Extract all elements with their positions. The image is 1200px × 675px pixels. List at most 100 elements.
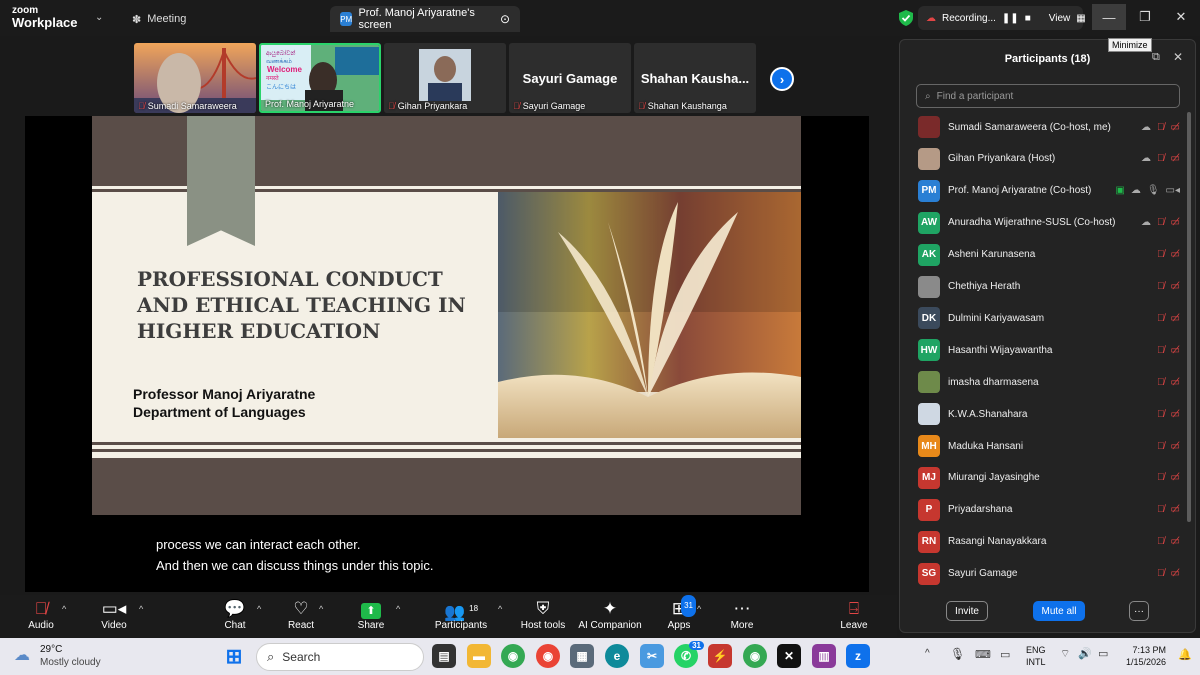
panel-scrollbar[interactable] <box>1187 112 1191 522</box>
tab-meeting[interactable]: ✽ Meeting <box>122 6 196 32</box>
chat-options-caret-icon[interactable]: ^ <box>257 604 261 614</box>
leave-button[interactable]: ⍈ Leave <box>819 598 889 631</box>
tab-shared-screen[interactable]: PM Prof. Manoj Ariyaratne's screen ⊙ <box>330 6 520 32</box>
video-off-icon: ▭̸ <box>1170 536 1180 548</box>
chrome-profile-icon[interactable]: ◉ <box>536 644 560 668</box>
avatar <box>918 371 940 394</box>
restore-button[interactable]: ❐ <box>1128 4 1162 30</box>
share-options-caret-icon[interactable]: ^ <box>396 604 400 614</box>
more-options-icon[interactable]: ⊙ <box>500 12 510 26</box>
zoom-taskbar-icon[interactable]: z <box>846 644 870 668</box>
react-options-caret-icon[interactable]: ^ <box>319 604 323 614</box>
author-name: Professor Manoj Ariyaratne <box>133 386 316 402</box>
security-shield-icon[interactable] <box>899 10 913 26</box>
notifications-icon[interactable]: 🔔 <box>1178 648 1192 661</box>
microphone-icon[interactable]: 🎙 <box>950 647 965 661</box>
active-speaker-tile[interactable]: ආයුබෝවන් வணக்கம் नमस्ते こんにちは Welcome Pr… <box>259 43 381 113</box>
audio-button[interactable]: 🎙̸ Audio <box>6 598 76 631</box>
windows-start-icon[interactable]: ⊞ <box>222 644 246 668</box>
video-tile[interactable]: Shahan Kausha... 🎙̸ Shahan Kaushanga <box>634 43 756 113</box>
input-language[interactable]: ENG INTL <box>1026 644 1046 668</box>
date: 1/15/2026 <box>1125 657 1166 667</box>
participant-row[interactable]: PM Prof. Manoj Ariyaratne (Co-host) ▣ ☁ 🎙 ▭◂ <box>914 177 1180 205</box>
edge-icon[interactable]: e <box>605 644 629 668</box>
wifi-icon[interactable]: ⌔ <box>1060 647 1070 661</box>
panel-title: Participants (18) <box>1004 53 1091 65</box>
close-window-button[interactable]: ✕ <box>1164 4 1198 30</box>
participant-row[interactable]: AK Asheni Karunasena 🎙̸ ▭̸ <box>914 241 1180 269</box>
close-panel-icon[interactable]: ✕ <box>1173 50 1183 64</box>
recording-indicator[interactable]: ☁ Recording... ❚❚ ■ View ▦ <box>918 6 1086 30</box>
presentation-slide: PROFESSIONAL CONDUCT AND ETHICAL TEACHIN… <box>92 116 801 515</box>
tile-name: 🎙̸ Sumadi Samaraweera <box>138 101 237 111</box>
mute-all-button[interactable]: Mute all <box>1033 601 1085 621</box>
participant-row[interactable]: Sumadi Samaraweera (Co-host, me) ☁ 🎙̸ ▭̸ <box>914 113 1180 141</box>
share-button[interactable]: ⬆ Share <box>336 598 406 631</box>
video-options-caret-icon[interactable]: ^ <box>139 604 143 614</box>
view-button[interactable]: View <box>1049 13 1071 24</box>
mic-muted-icon: 🎙̸ <box>1157 121 1165 133</box>
participant-row[interactable]: MH Maduka Hansani 🎙̸ ▭̸ <box>914 432 1180 460</box>
chrome-icon[interactable]: ◉ <box>501 644 525 668</box>
search-placeholder: Find a participant <box>936 90 1014 102</box>
chat-button[interactable]: 💬 Chat <box>200 598 270 631</box>
calculator-icon[interactable]: ▦ <box>570 644 594 668</box>
taskbar-search[interactable]: ⌕ Search <box>256 643 424 671</box>
keyboard-layout: INTL <box>1026 657 1046 667</box>
video-tile[interactable]: 🎙̸ Sumadi Samaraweera <box>134 43 256 113</box>
slide-author: Professor Manoj Ariyaratne Department of… <box>133 385 315 421</box>
show-hidden-icons[interactable]: ^ <box>925 648 930 659</box>
react-button[interactable]: ♡ React <box>266 598 336 631</box>
clock[interactable]: 7:13 PM 1/15/2026 <box>1120 644 1166 668</box>
invite-button[interactable]: Invite <box>946 601 988 621</box>
participant-row[interactable]: HW Hasanthi Wijayawantha 🎙̸ ▭̸ <box>914 336 1180 364</box>
participant-row[interactable]: DK Dulmini Kariyawasam 🎙̸ ▭̸ <box>914 304 1180 332</box>
next-page-arrow-icon[interactable]: › <box>770 67 794 91</box>
display-icon[interactable]: ▭ <box>1000 648 1010 661</box>
mic-muted-icon: 🎙̸ <box>638 101 645 111</box>
exit-door-icon: ⍈ <box>848 599 860 618</box>
participant-row[interactable]: imasha dharmasena 🎙̸ ▭̸ <box>914 368 1180 396</box>
pop-out-icon[interactable]: ⧉ <box>1152 51 1160 64</box>
host-tools-button[interactable]: ⛨ Host tools <box>508 598 578 631</box>
keyboard-icon[interactable]: ⌨ <box>975 648 991 661</box>
file-explorer-icon[interactable]: ▬ <box>467 644 491 668</box>
media-app-icon[interactable]: ⚡ <box>708 644 732 668</box>
volume-icon[interactable]: 🔊 <box>1078 647 1092 660</box>
video-tile[interactable]: Sayuri Gamage 🎙̸ Sayuri Gamage <box>509 43 631 113</box>
pause-recording-icon[interactable]: ❚❚ <box>1002 13 1019 24</box>
task-view-icon[interactable]: ▤ <box>432 644 456 668</box>
slide-title: PROFESSIONAL CONDUCT AND ETHICAL TEACHIN… <box>137 267 466 343</box>
participant-row[interactable]: RN Rasangi Nanayakkara 🎙̸ ▭̸ <box>914 528 1180 556</box>
weather-widget[interactable]: 29°C Mostly cloudy <box>40 643 101 669</box>
apps-options-caret-icon[interactable]: ^ <box>697 604 701 614</box>
participant-status-icons: 🎙̸ ▭̸ <box>1157 249 1180 260</box>
participant-row[interactable]: SG Sayuri Gamage 🎙̸ ▭̸ <box>914 560 1180 588</box>
ai-companion-button[interactable]: ✦ AI Companion <box>570 598 650 631</box>
capcut-icon[interactable]: ✕ <box>777 644 801 668</box>
stop-recording-icon[interactable]: ■ <box>1025 13 1031 24</box>
more-button[interactable]: ⋯ More <box>707 598 777 631</box>
audio-options-caret-icon[interactable]: ^ <box>62 604 66 614</box>
app-menu-chevron-icon[interactable]: ⌄ <box>95 12 103 23</box>
whatsapp-icon[interactable]: ✆ 31 <box>674 641 704 668</box>
video-button[interactable]: ▭◂ Video <box>79 598 149 631</box>
participant-row[interactable]: AW Anuradha Wijerathne-SUSL (Co-host) ☁ 🎙̸ ▭… <box>914 209 1180 237</box>
participant-row[interactable]: P Priyadarshana 🎙̸ ▭̸ <box>914 496 1180 524</box>
participant-row[interactable]: Gihan Priyankara (Host) ☁ 🎙̸ ▭̸ <box>914 145 1180 173</box>
minimize-button[interactable]: — <box>1092 4 1126 30</box>
apps-button[interactable]: ⊞ 31 Apps <box>644 595 714 631</box>
battery-icon[interactable]: ▭ <box>1098 647 1108 660</box>
participant-row[interactable]: Chethiya Herath 🎙̸ ▭̸ <box>914 273 1180 301</box>
participant-row[interactable]: K.W.A.Shanahara 🎙̸ ▭̸ <box>914 400 1180 428</box>
winrar-icon[interactable]: ▥ <box>812 644 836 668</box>
more-options-button[interactable]: ··· <box>1129 601 1149 621</box>
participants-options-caret-icon[interactable]: ^ <box>498 604 502 614</box>
snipping-tool-icon[interactable]: ✂ <box>640 644 664 668</box>
participant-row[interactable]: MJ Miurangi Jayasinghe 🎙̸ ▭̸ <box>914 464 1180 492</box>
chrome-alt-icon[interactable]: ◉ <box>743 644 767 668</box>
video-tile[interactable]: 🎙̸ Gihan Priyankara <box>384 43 506 113</box>
avatar: DK <box>918 307 940 330</box>
participant-search-input[interactable]: ⌕ Find a participant <box>916 84 1180 108</box>
participants-button[interactable]: 👥 18 Participants <box>426 598 496 631</box>
